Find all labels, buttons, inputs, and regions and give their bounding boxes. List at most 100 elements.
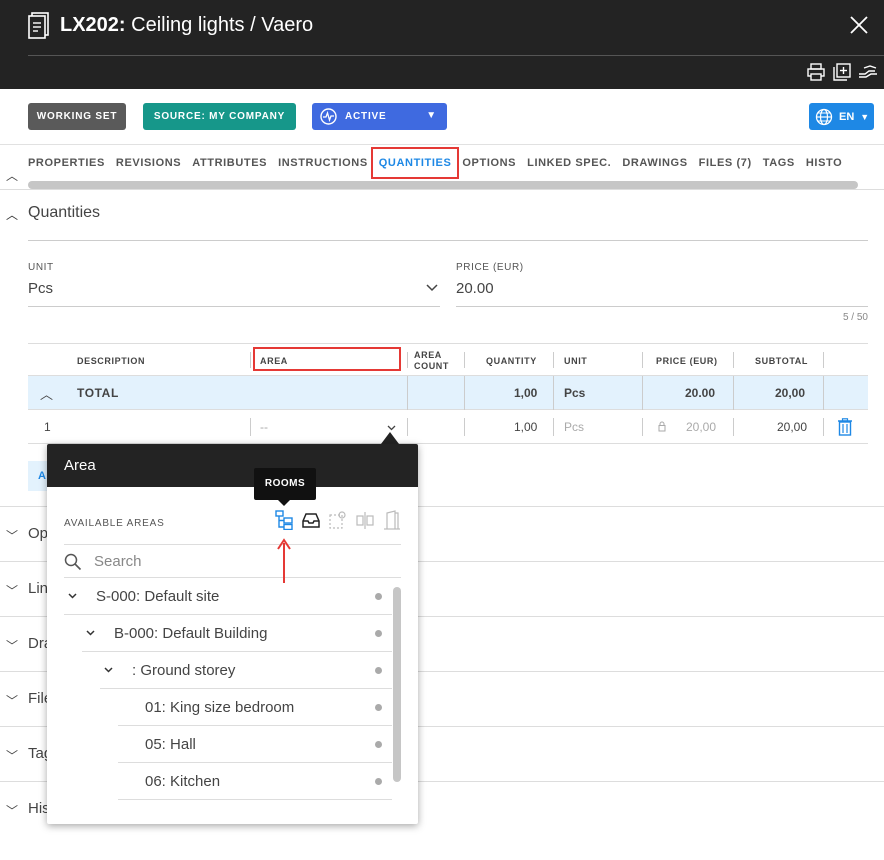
working-set-badge[interactable]: WORKING SET bbox=[28, 103, 126, 130]
tab-quantities[interactable]: QUANTITIES bbox=[370, 147, 460, 179]
popup-pointer bbox=[381, 432, 399, 444]
tree-item[interactable]: S-000: Default site bbox=[64, 578, 392, 615]
inbox-view-button[interactable] bbox=[302, 510, 320, 530]
zone-pin-icon bbox=[329, 511, 346, 529]
divider bbox=[733, 376, 734, 410]
tree-item[interactable]: B-000: Default Building bbox=[82, 615, 392, 652]
unit-select[interactable]: Pcs bbox=[28, 276, 440, 306]
tab-files-7[interactable]: FILES (7) bbox=[699, 155, 752, 171]
status-toolbar: WORKING SET SOURCE: MY COMPANY ACTIVE ▼ … bbox=[0, 89, 884, 145]
chevron-down-icon[interactable]: ﹀ bbox=[6, 527, 18, 544]
chevron-down-icon[interactable]: ﹀ bbox=[6, 692, 18, 709]
chevron-up-icon[interactable]: ︿ bbox=[6, 206, 18, 223]
divider bbox=[823, 352, 824, 368]
row-subtotal: 20,00 bbox=[777, 420, 808, 434]
activity-icon bbox=[320, 108, 337, 125]
section-title: Quantities bbox=[28, 204, 101, 221]
divider bbox=[250, 352, 251, 368]
status-dot bbox=[375, 778, 382, 785]
total-price: 20.00 bbox=[685, 386, 716, 400]
tree-item[interactable]: : Ground storey bbox=[100, 652, 392, 689]
col-price: PRICE (EUR) bbox=[656, 356, 718, 366]
divider bbox=[464, 352, 465, 368]
chevron-down-icon[interactable]: ﹀ bbox=[6, 747, 18, 764]
tab-attributes[interactable]: ATTRIBUTES bbox=[192, 155, 267, 171]
rooms-tooltip: ROOMS bbox=[254, 468, 316, 506]
chevron-up-icon[interactable]: ︿ bbox=[40, 384, 53, 403]
add-copy-icon bbox=[833, 63, 851, 81]
close-button[interactable] bbox=[844, 10, 874, 40]
divider bbox=[642, 418, 643, 436]
tree-item[interactable]: 05: Hall bbox=[118, 726, 392, 763]
header-divider bbox=[28, 55, 884, 56]
chevron-down-icon: ▼ bbox=[426, 110, 437, 121]
status-dot bbox=[375, 704, 382, 711]
print-button[interactable] bbox=[806, 62, 826, 82]
add-row-button[interactable]: A bbox=[28, 461, 48, 491]
tab-properties[interactable]: PROPERTIES bbox=[28, 155, 105, 171]
rooms-view-button[interactable] bbox=[275, 510, 293, 531]
chevron-down-icon[interactable]: ﹀ bbox=[6, 637, 18, 654]
handoff-button[interactable] bbox=[858, 62, 878, 82]
area-select[interactable]: -- bbox=[260, 410, 400, 444]
divider bbox=[407, 418, 408, 436]
tree-item-label: B-000: Default Building bbox=[114, 624, 268, 642]
page-title: LX202: Ceiling lights / Vaero bbox=[60, 14, 313, 37]
zone-view-button[interactable] bbox=[329, 510, 347, 530]
price-input[interactable]: 20.00 bbox=[456, 276, 868, 306]
tab-tags[interactable]: TAGS bbox=[763, 155, 795, 171]
search-placeholder: Search bbox=[94, 553, 142, 570]
area-search[interactable]: Search bbox=[64, 544, 401, 578]
divider bbox=[464, 418, 465, 436]
divider bbox=[823, 418, 824, 436]
source-badge[interactable]: SOURCE: MY COMPANY bbox=[143, 103, 296, 130]
chevron-down-icon bbox=[387, 425, 396, 431]
quantities-table: DESCRIPTION AREA AREA COUNT QUANTITY UNI… bbox=[28, 343, 868, 444]
trash-icon[interactable] bbox=[837, 418, 853, 436]
item-name: Ceiling lights / Vaero bbox=[131, 13, 314, 36]
item-code: LX202: bbox=[60, 13, 126, 36]
split-view-button[interactable] bbox=[356, 510, 374, 530]
tree-item-label: 06: Kitchen bbox=[145, 772, 221, 790]
row-price: 20,00 bbox=[686, 420, 717, 434]
language-label: EN bbox=[839, 110, 855, 123]
chevron-down-icon[interactable] bbox=[104, 664, 122, 676]
total-quantity: 1,00 bbox=[514, 386, 538, 400]
door-icon bbox=[384, 510, 400, 530]
row-quantity[interactable]: 1,00 bbox=[514, 420, 537, 434]
tab-histo[interactable]: HISTO bbox=[806, 155, 842, 171]
chevron-down-icon[interactable]: ﹀ bbox=[6, 802, 18, 819]
tab-options[interactable]: OPTIONS bbox=[462, 155, 516, 171]
quantities-header[interactable]: ︿ Quantities bbox=[0, 190, 884, 241]
tabs-scrollbar[interactable] bbox=[28, 181, 858, 189]
section-label: Op bbox=[28, 525, 49, 542]
chevron-down-icon[interactable] bbox=[86, 627, 104, 639]
char-counter: 5 / 50 bbox=[842, 312, 868, 323]
tabs: PROPERTIES REVISIONS ATTRIBUTES INSTRUCTION… bbox=[28, 147, 853, 179]
tree-item[interactable]: 06: Kitchen bbox=[118, 763, 392, 800]
chevron-down-icon: ▼ bbox=[860, 111, 870, 122]
tab-linked-spec[interactable]: LINKED SPEC. bbox=[527, 155, 611, 171]
tree-item-label: 05: Hall bbox=[145, 735, 196, 753]
area-tree-scrollbar[interactable] bbox=[393, 587, 401, 782]
tab-drawings[interactable]: DRAWINGS bbox=[622, 155, 687, 171]
status-dropdown[interactable]: ACTIVE ▼ bbox=[312, 103, 447, 130]
price-value: 20.00 bbox=[456, 280, 494, 297]
dialog-header: LX202: Ceiling lights / Vaero bbox=[0, 0, 884, 89]
popup-title: Area bbox=[47, 444, 418, 487]
divider bbox=[553, 418, 554, 436]
tree-hierarchy-icon bbox=[275, 510, 293, 531]
language-dropdown[interactable]: EN ▼ bbox=[809, 103, 874, 130]
add-copy-button[interactable] bbox=[832, 62, 852, 82]
door-view-button[interactable] bbox=[383, 510, 401, 530]
tab-revisions[interactable]: REVISIONS bbox=[116, 155, 181, 171]
chevron-down-icon[interactable] bbox=[68, 590, 86, 602]
spec-document-icon bbox=[28, 12, 49, 39]
tab-instructions[interactable]: INSTRUCTIONS bbox=[278, 155, 368, 171]
status-dot bbox=[375, 630, 382, 637]
chevron-down-icon[interactable]: ﹀ bbox=[6, 582, 18, 599]
inbox-icon bbox=[302, 513, 320, 528]
tree-item[interactable]: 01: King size bedroom bbox=[118, 689, 392, 726]
chevron-up-icon[interactable]: ︿ bbox=[6, 167, 18, 184]
col-unit: UNIT bbox=[564, 356, 588, 366]
